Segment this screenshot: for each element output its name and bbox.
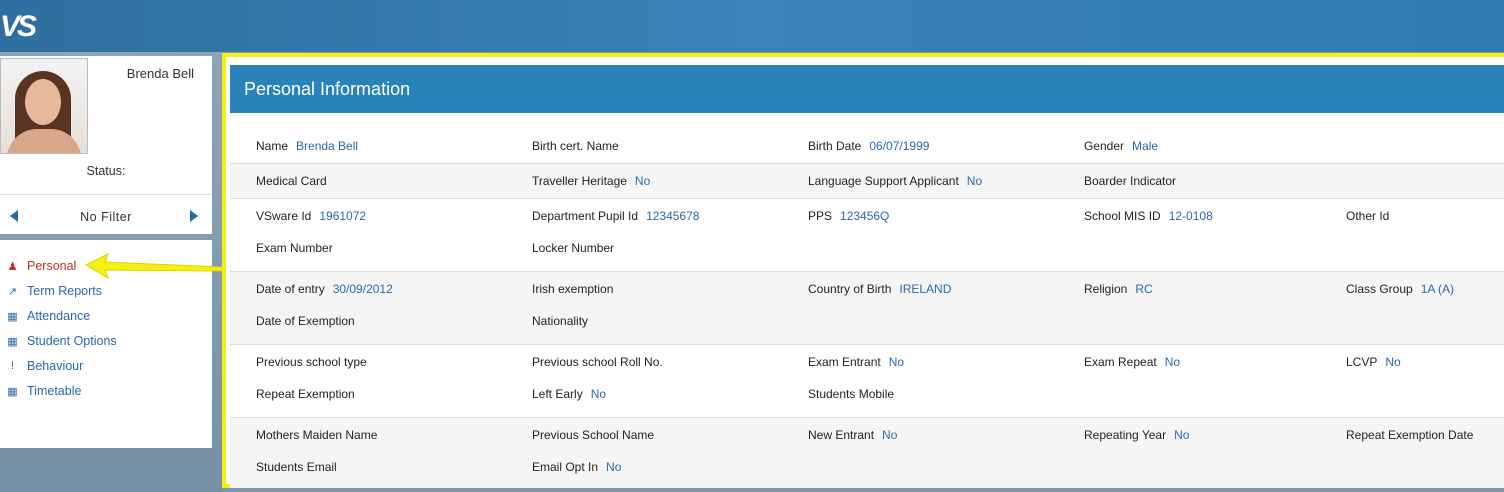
field-pps: PPS 123456Q [808, 209, 890, 223]
info-row: Date of entry 30/09/2012 Irish exemption … [230, 272, 1504, 345]
student-profile-card: Brenda Bell Status: No Filter [0, 56, 212, 234]
field-students-email: Students Email [256, 460, 337, 474]
nav-item-term-reports[interactable]: ↗ Term Reports [6, 281, 102, 301]
field-students-mobile: Students Mobile [808, 387, 895, 401]
exclamation-icon: ! [10, 360, 15, 372]
field-new-entrant: New Entrant No [808, 428, 898, 442]
line-chart-icon: ↗ [7, 285, 18, 298]
info-row: Name Brenda Bell Birth cert. Name Birth D… [230, 127, 1504, 164]
field-exam-entrant: Exam Entrant No [808, 355, 905, 369]
field-birth-date: Birth Date 06/07/1999 [808, 139, 930, 153]
next-arrow-icon[interactable] [190, 210, 198, 222]
status-label: Status: [86, 164, 126, 178]
calendar-icon: ▦ [7, 310, 18, 323]
nav-item-label: Attendance [27, 309, 91, 323]
info-row: Medical Card Traveller Heritage No Langua… [230, 164, 1504, 199]
panel-title: Personal Information [244, 79, 411, 99]
student-name: Brenda Bell [126, 66, 194, 81]
nav-item-student-options[interactable]: ▦ Student Options [6, 331, 117, 351]
info-row: Mothers Maiden Name Previous School Name… [230, 418, 1504, 488]
field-lcvp: LCVP No [1346, 355, 1401, 369]
field-previous-school-roll: Previous school Roll No. [532, 355, 663, 369]
field-repeat-exemption-date: Repeat Exemption Date [1346, 428, 1474, 442]
nav-item-label: Term Reports [27, 284, 103, 298]
info-row: VSware Id 1961072 Department Pupil Id 1234… [230, 199, 1504, 272]
field-repeating-year: Repeating Year No [1084, 428, 1190, 442]
field-irish-exemption: Irish exemption [532, 282, 614, 296]
personal-info-panel: Personal Information Name Brenda Bell Bir… [222, 53, 1504, 488]
field-exam-repeat: Exam Repeat No [1084, 355, 1181, 369]
calendar-icon: ▦ [7, 335, 18, 348]
field-date-of-exemption: Date of Exemption [256, 314, 355, 328]
field-country-of-birth: Country of Birth IRELAND [808, 282, 952, 296]
nav-item-timetable[interactable]: ▦ Timetable [6, 381, 81, 401]
user-icon: ♟ [7, 260, 18, 273]
filter-selector: No Filter [0, 206, 212, 230]
field-date-of-entry: Date of entry 30/09/2012 [256, 282, 393, 296]
field-gender: Gender Male [1084, 139, 1159, 153]
annotation-arrow-icon [84, 252, 223, 280]
app-logo[interactable]: VS [0, 10, 37, 44]
field-exam-number: Exam Number [256, 241, 333, 255]
field-department-pupil-id: Department Pupil Id 12345678 [532, 209, 700, 223]
nav-item-label: Behaviour [27, 359, 84, 373]
field-previous-school-name: Previous School Name [532, 428, 655, 442]
field-class-group: Class Group 1A (A) [1346, 282, 1455, 296]
field-left-early: Left Early No [532, 387, 607, 401]
field-traveller-heritage: Traveller Heritage No [532, 174, 651, 188]
field-previous-school-type: Previous school type [256, 355, 367, 369]
filter-label: No Filter [80, 210, 132, 224]
nav-item-label: Student Options [27, 334, 117, 348]
divider [0, 194, 212, 195]
panel-header: Personal Information [230, 65, 1504, 113]
field-repeat-exemption: Repeat Exemption [256, 387, 355, 401]
top-bar: VS [0, 0, 1504, 52]
calendar-icon: ▦ [7, 385, 18, 398]
field-other-id: Other Id [1346, 209, 1390, 223]
field-mothers-maiden-name: Mothers Maiden Name [256, 428, 378, 442]
field-school-mis-id: School MIS ID 12-0108 [1084, 209, 1213, 223]
field-birth-cert-name: Birth cert. Name [532, 139, 619, 153]
field-language-support: Language Support Applicant No [808, 174, 983, 188]
nav-item-label: Timetable [27, 384, 82, 398]
nav-item-behaviour[interactable]: ! Behaviour [6, 356, 83, 376]
field-vsware-id: VSware Id 1961072 [256, 209, 367, 223]
nav-item-personal[interactable]: ♟ Personal [6, 256, 77, 276]
field-religion: Religion RC [1084, 282, 1153, 296]
field-email-opt-in: Email Opt In No [532, 460, 622, 474]
nav-item-label: Personal [27, 259, 77, 273]
field-nationality: Nationality [532, 314, 589, 328]
nav-item-attendance[interactable]: ▦ Attendance [6, 306, 90, 326]
student-photo [0, 58, 88, 154]
field-medical-card: Medical Card [256, 174, 327, 188]
field-boarder-indicator: Boarder Indicator [1084, 174, 1177, 188]
field-name: Name Brenda Bell [256, 139, 359, 153]
info-row: Previous school type Previous school Rol… [230, 345, 1504, 418]
field-locker-number: Locker Number [532, 241, 615, 255]
